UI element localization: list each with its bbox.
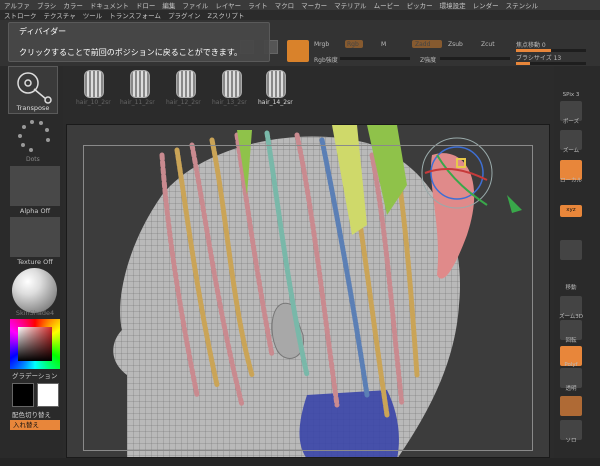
gradient-label[interactable]: グラデーション	[12, 370, 57, 380]
z-intensity-label: Z強度	[420, 57, 437, 64]
menu-color[interactable]: カラー	[63, 0, 83, 10]
rotate-label: 回転	[565, 338, 577, 344]
secondary-menubar: ストローク テクスチャ ツール トランスフォーム プラグイン Zスクリプト	[0, 10, 300, 20]
xyz-label: xyz	[566, 207, 576, 213]
dots-stroke-icon[interactable]	[14, 118, 54, 154]
brush-thumb-5[interactable]	[266, 70, 286, 98]
menu-brush[interactable]: ブラシ	[37, 0, 56, 10]
material-label: SkinShade4	[15, 309, 55, 317]
brush-thumb-2[interactable]	[130, 70, 150, 98]
brush-label-1: hair_10_2sr	[76, 99, 111, 106]
local-label: ローカル	[559, 178, 582, 184]
color-picker[interactable]	[10, 319, 60, 369]
menu-texture[interactable]: テクスチャ	[44, 10, 76, 20]
bottom-bar	[0, 458, 600, 466]
menu-edit[interactable]: 編集	[162, 0, 175, 10]
saturation-square[interactable]	[18, 327, 52, 361]
zoom3d-label: ズーム3D	[558, 314, 584, 320]
document-frame	[83, 145, 533, 451]
menu-stencil[interactable]: ステンシル	[506, 0, 539, 10]
menu-preferences[interactable]: 環境設定	[440, 0, 466, 10]
move-label: 移動	[565, 285, 577, 291]
rgb-label[interactable]: Rgb	[347, 41, 359, 48]
menu-zscript[interactable]: Zスクリプト	[207, 10, 244, 20]
canvas-viewport[interactable]	[66, 124, 550, 458]
swap-button[interactable]: 入れ替え	[10, 420, 60, 430]
brush-label-4: hair_13_2sr	[212, 99, 247, 106]
zsub-label[interactable]: Zsub	[448, 41, 463, 48]
m-label[interactable]: M	[381, 41, 386, 48]
zcut-label[interactable]: Zcut	[481, 41, 495, 48]
menu-plugin[interactable]: プラグイン	[168, 10, 201, 20]
brush-label-3: hair_12_2sr	[166, 99, 201, 106]
tooltip-body: クリックすることで前回のポジションに戻ることができます。	[19, 48, 242, 57]
brush-thumb-3[interactable]	[176, 70, 196, 98]
menu-material[interactable]: マテリアル	[334, 0, 366, 10]
menu-marker[interactable]: マーカー	[301, 0, 327, 10]
z-intensity-slider[interactable]	[440, 57, 510, 60]
zoom-label: ズーム	[562, 148, 580, 154]
menu-alpha[interactable]: アルファ	[4, 0, 30, 10]
menu-macro[interactable]: マクロ	[275, 0, 295, 10]
alpha-slot[interactable]	[10, 166, 60, 206]
move-button[interactable]	[560, 240, 582, 260]
tooltip-title: ディバイダー	[19, 27, 67, 36]
zadd-label[interactable]: Zadd	[415, 41, 430, 48]
menu-render[interactable]: レンダー	[473, 0, 499, 10]
menu-picker[interactable]: ピッカー	[407, 0, 433, 10]
transp-label: 透明	[565, 386, 577, 392]
pose-label: ポーズ	[562, 119, 580, 125]
menu-light[interactable]: ライト	[248, 0, 268, 10]
brush-mode-button[interactable]	[287, 40, 309, 62]
texture-slot[interactable]	[10, 217, 60, 257]
menu-tool[interactable]: ツール	[83, 10, 103, 20]
menu-file[interactable]: ファイル	[182, 0, 208, 10]
menu-draw[interactable]: ドロー	[136, 0, 156, 10]
main-color-swatch[interactable]	[12, 383, 34, 407]
swap-colors-label: 配色切り替え	[12, 411, 51, 419]
menu-layer[interactable]: レイヤー	[215, 0, 241, 10]
menu-transform[interactable]: トランスフォーム	[109, 10, 161, 20]
brush-thumb-4[interactable]	[222, 70, 242, 98]
menu-movie[interactable]: ムービー	[374, 0, 400, 10]
material-sphere[interactable]	[12, 268, 57, 313]
spix-label[interactable]: SPix 3	[556, 92, 586, 98]
menu-stroke[interactable]: ストローク	[4, 10, 37, 20]
mrgb-label[interactable]: Mrgb	[314, 41, 329, 48]
texture-label: Texture Off	[17, 258, 53, 266]
secondary-color-swatch[interactable]	[37, 383, 59, 407]
solo-label: ソロ	[565, 438, 577, 444]
rgb-intensity-slider[interactable]	[340, 57, 410, 60]
brush-label-5: hair_14_2sr	[258, 99, 293, 106]
brush-size-fill	[516, 62, 530, 65]
rgb-intensity-label: Rgb強度	[314, 57, 338, 64]
brush-label-2: hair_11_2sr	[120, 99, 155, 106]
transpose-button[interactable]: Transpose	[8, 66, 58, 114]
focal-shift-label[interactable]: 焦点移動 0	[516, 40, 546, 49]
brush-thumb-1[interactable]	[84, 70, 104, 98]
tooltip-popup: ディバイダー クリックすることで前回のポジションに戻ることができます。	[8, 22, 270, 62]
menu-document[interactable]: ドキュメント	[90, 0, 129, 10]
main-menubar: アルファ ブラシ カラー ドキュメント ドロー 編集 ファイル レイヤー ライト…	[0, 0, 600, 10]
transpose-icon	[17, 72, 52, 104]
draw-mode-button[interactable]	[560, 396, 582, 416]
alpha-label: Alpha Off	[19, 207, 51, 215]
brush-size-label[interactable]: ブラシサイズ 13	[516, 53, 561, 62]
transpose-label: Transpose	[16, 104, 50, 112]
focal-shift-fill	[516, 49, 551, 52]
dots-label: Dots	[26, 156, 40, 163]
